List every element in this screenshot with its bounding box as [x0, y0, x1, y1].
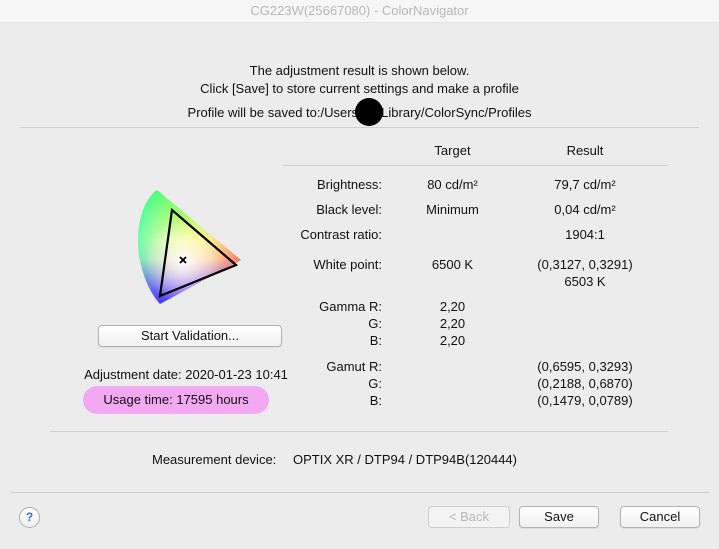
measurement-divider	[50, 431, 668, 432]
gamma-r-target: 2,20	[439, 299, 466, 314]
target-column-header: Target	[434, 143, 471, 158]
adjustment-date: Adjustment date: 2020-01-23 10:41	[84, 367, 288, 382]
save-button[interactable]: Save	[519, 506, 599, 528]
result-column-header: Result	[566, 143, 604, 158]
gamut-b-result: (0,1479, 0,0789)	[537, 393, 633, 408]
redaction-mark	[355, 98, 383, 126]
measurement-device-label: Measurement device:	[152, 452, 277, 467]
brightness-label: Brightness:	[316, 177, 382, 192]
gamma-g-label: G:	[368, 316, 382, 331]
gamma-g-target: 2,20	[439, 316, 466, 331]
back-button[interactable]: < Back	[428, 506, 510, 528]
gamma-r-label: Gamma R:	[319, 299, 382, 314]
contrast-ratio-label: Contrast ratio:	[300, 227, 382, 242]
gamut-r-result: (0,6595, 0,3293)	[537, 359, 633, 374]
black-level-label: Black level:	[316, 202, 382, 217]
start-validation-button[interactable]: Start Validation...	[98, 325, 282, 347]
white-point-result-k: 6503 K	[564, 274, 606, 289]
header-divider	[283, 165, 668, 166]
gamma-b-label: B:	[369, 333, 382, 348]
contrast-ratio-result: 1904:1	[565, 227, 605, 242]
message-line-1: The adjustment result is shown below.	[249, 63, 470, 78]
black-level-target: Minimum	[426, 202, 479, 217]
gamma-b-target: 2,20	[439, 333, 466, 348]
message-line-2: Click [Save] to store current settings a…	[200, 81, 519, 96]
white-point-label: White point:	[313, 257, 382, 272]
black-level-result: 0,04 cd/m²	[554, 202, 616, 217]
window-title-bar: CG223W(25667080) - ColorNavigator	[0, 0, 719, 23]
gamut-g-result: (0,2188, 0,6870)	[537, 376, 633, 391]
white-point-result-xy: (0,3127, 0,3291)	[537, 257, 633, 272]
top-divider	[20, 127, 699, 128]
usage-time-badge: Usage time: 17595 hours	[83, 386, 269, 414]
brightness-target: 80 cd/m²	[427, 177, 478, 192]
gamut-b-label: B:	[369, 393, 382, 408]
brightness-result: 79,7 cd/m²	[554, 177, 616, 192]
cancel-button[interactable]: Cancel	[620, 506, 700, 528]
help-icon[interactable]: ?	[19, 507, 40, 528]
measurement-device-value: OPTIX XR / DTP94 / DTP94B(120444)	[293, 452, 517, 467]
window-title: CG223W(25667080) - ColorNavigator	[250, 3, 469, 18]
bottom-divider	[10, 492, 709, 493]
chromaticity-diagram-icon	[137, 190, 242, 304]
white-point-target: 6500 K	[431, 257, 474, 272]
